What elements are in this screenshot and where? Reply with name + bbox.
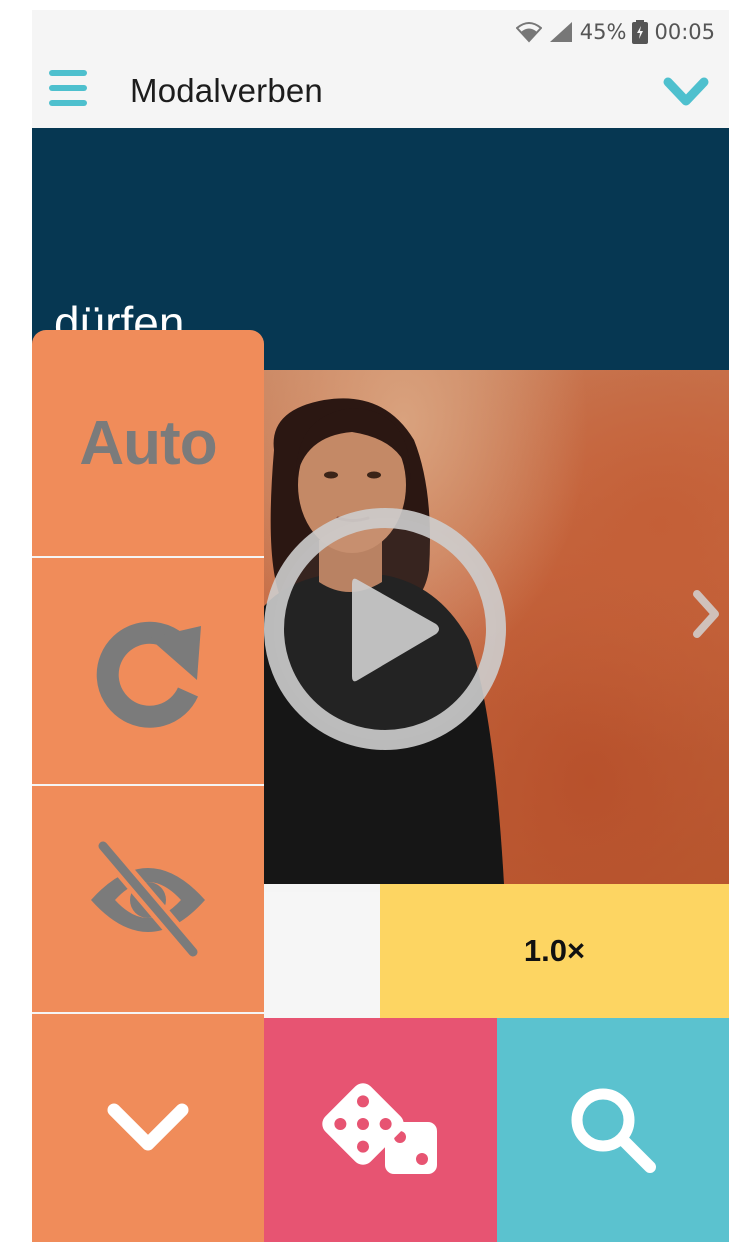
- clock: 00:05: [654, 20, 715, 44]
- signal-icon: [549, 22, 572, 42]
- collapse-menu-button[interactable]: [32, 1014, 264, 1242]
- page-title: Modalverben: [130, 72, 323, 109]
- status-bar: 45% 00:05: [32, 10, 729, 52]
- battery-percent: 45%: [579, 20, 627, 44]
- chevron-down-icon: [107, 1103, 189, 1151]
- status-icons: 45% 00:05: [515, 18, 715, 46]
- playback-speed-label: 1.0×: [523, 933, 586, 968]
- replay-button[interactable]: [32, 558, 264, 784]
- hamburger-menu-icon[interactable]: [49, 70, 87, 106]
- chevron-down-icon[interactable]: [663, 76, 709, 108]
- hide-word-button[interactable]: [32, 786, 264, 1012]
- play-circle-icon[interactable]: [264, 508, 506, 750]
- app-screen: 45% 00:05 Modalverben dürfen 1.0× Auto: [32, 10, 729, 1242]
- replay-icon: [96, 621, 201, 728]
- app-bar: Modalverben: [32, 52, 729, 128]
- speed-spacer: [264, 892, 380, 1018]
- auto-play-label: Auto: [79, 408, 217, 478]
- dice-icon: [321, 1083, 437, 1174]
- chevron-right-icon[interactable]: [691, 588, 721, 640]
- sign-video[interactable]: [264, 370, 729, 884]
- eye-off-icon: [91, 840, 205, 958]
- wifi-icon: [515, 22, 542, 43]
- random-word-button[interactable]: [264, 1018, 497, 1242]
- side-menu: Auto: [32, 330, 264, 1242]
- search-icon: [571, 1088, 656, 1173]
- playback-speed-button[interactable]: 1.0×: [380, 884, 729, 1018]
- battery-icon: [632, 20, 649, 44]
- search-button[interactable]: [497, 1018, 729, 1242]
- auto-play-button[interactable]: Auto: [32, 330, 264, 556]
